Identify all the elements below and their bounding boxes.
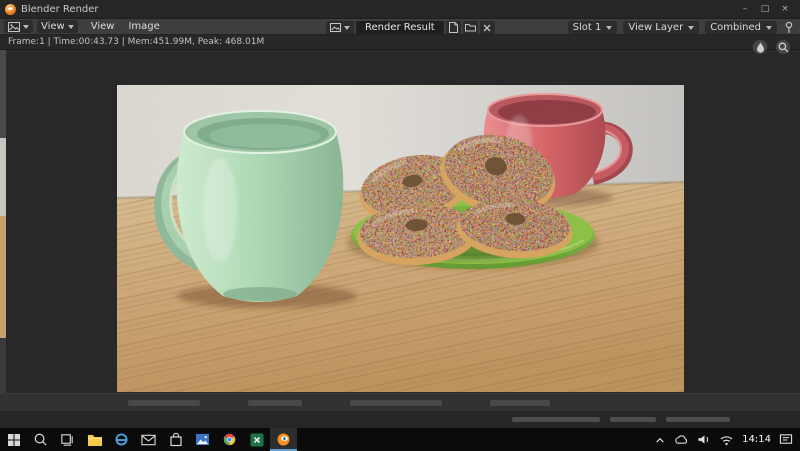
menu-image[interactable]: Image xyxy=(121,19,166,34)
chevron-down-icon xyxy=(67,24,74,29)
image-datablock-selector: Render Result xyxy=(326,21,495,34)
task-view-button[interactable] xyxy=(54,428,81,451)
sliver-control xyxy=(512,417,600,422)
sliver-segment xyxy=(0,216,6,338)
pin-icon[interactable] xyxy=(783,21,795,34)
header-right-controls: Slot 1 View Layer Combined xyxy=(567,21,795,34)
system-tray: 14:14 xyxy=(647,428,800,451)
image-name-field[interactable]: Render Result xyxy=(356,21,444,34)
blender-render-window: Blender Render – □ × View View Image Ren… xyxy=(0,0,800,451)
taskbar-app-mail[interactable] xyxy=(135,428,162,451)
image-editor-icon xyxy=(8,21,20,32)
start-button[interactable] xyxy=(0,428,27,451)
editor-type-button[interactable] xyxy=(4,20,33,33)
taskbar-app-edge[interactable] xyxy=(108,428,135,451)
background-window-sliver xyxy=(0,50,6,393)
new-image-button[interactable] xyxy=(445,21,461,34)
sliver-control xyxy=(128,399,200,406)
chevron-up-icon[interactable] xyxy=(654,435,666,445)
zoom-icon xyxy=(778,42,788,52)
render-result-image[interactable] xyxy=(117,85,684,392)
network-wifi-icon[interactable] xyxy=(719,434,734,446)
open-image-button[interactable] xyxy=(462,21,478,34)
search-button[interactable] xyxy=(27,428,54,451)
chevron-down-icon xyxy=(766,25,772,30)
sliver-segment xyxy=(0,138,6,216)
render-scene xyxy=(117,85,684,392)
file-explorer-icon xyxy=(87,434,102,446)
chevron-down-icon xyxy=(688,25,695,30)
brush-button[interactable] xyxy=(752,39,768,55)
image-editor-header: View View Image Render Result Slot 1 Vie… xyxy=(0,18,800,35)
store-bag-icon xyxy=(169,432,182,447)
taskbar-app-blender-active[interactable] xyxy=(270,428,297,451)
edge-icon xyxy=(115,433,128,446)
close-x-icon xyxy=(483,24,491,31)
taskbar-app-excel[interactable] xyxy=(243,428,270,451)
maximize-button[interactable]: □ xyxy=(755,0,775,18)
taskbar-app-store[interactable] xyxy=(162,428,189,451)
chevron-down-icon xyxy=(606,25,613,30)
sliver-control xyxy=(350,399,442,406)
sliver-control xyxy=(666,417,730,422)
chrome-icon xyxy=(223,433,236,446)
sliver-segment xyxy=(0,338,6,393)
chevron-down-icon xyxy=(23,24,29,29)
task-view-icon xyxy=(61,434,73,446)
new-page-icon xyxy=(448,22,458,33)
blender-logo-icon xyxy=(5,3,16,15)
sliver-control xyxy=(248,399,302,406)
mode-dropdown-value: View xyxy=(41,21,65,32)
image-icon xyxy=(330,23,341,32)
view-layer-dropdown[interactable]: View Layer xyxy=(623,21,700,34)
render-stats-bar: Frame:1 | Time:00:43.73 | Mem:451.99M, P… xyxy=(0,35,800,55)
windows-logo-icon xyxy=(7,433,20,446)
chevron-down-icon xyxy=(344,25,350,30)
image-editor-canvas[interactable] xyxy=(0,50,800,393)
onedrive-cloud-icon[interactable] xyxy=(674,434,689,445)
taskbar-app-photos[interactable] xyxy=(189,428,216,451)
sliver-control xyxy=(610,417,656,422)
taskbar-app-file-explorer[interactable] xyxy=(81,428,108,451)
sliver-segment xyxy=(0,50,6,138)
action-center-icon[interactable] xyxy=(779,433,793,446)
mail-icon xyxy=(141,434,156,445)
view-layer-value: View Layer xyxy=(628,22,684,33)
window-controls: – □ × xyxy=(735,0,795,18)
taskbar-app-chrome[interactable] xyxy=(216,428,243,451)
slot-dropdown-value: Slot 1 xyxy=(572,22,602,33)
brush-icon xyxy=(756,42,764,53)
mode-dropdown[interactable]: View xyxy=(37,20,78,33)
window-titlebar: Blender Render – □ × xyxy=(0,0,800,18)
background-ui-sliver xyxy=(0,411,800,428)
render-pass-value: Combined xyxy=(710,22,761,33)
menu-view[interactable]: View xyxy=(84,19,122,34)
render-stats-text: Frame:1 | Time:00:43.73 | Mem:451.99M, P… xyxy=(8,37,265,47)
excel-icon xyxy=(250,433,263,446)
close-button[interactable]: × xyxy=(775,0,795,18)
photos-icon xyxy=(196,433,209,446)
blender-icon xyxy=(277,433,290,446)
minimize-button[interactable]: – xyxy=(735,0,755,18)
folder-icon xyxy=(464,24,476,32)
image-browse-button[interactable] xyxy=(326,21,354,34)
render-pass-dropdown[interactable]: Combined xyxy=(705,21,777,34)
viewport-corner-buttons xyxy=(752,39,791,55)
zoom-button[interactable] xyxy=(775,39,791,55)
speaker-icon[interactable] xyxy=(697,433,711,446)
window-title: Blender Render xyxy=(21,3,99,15)
slot-dropdown[interactable]: Slot 1 xyxy=(567,21,618,34)
background-ui-sliver xyxy=(0,393,800,411)
windows-taskbar: 14:14 xyxy=(0,428,800,451)
taskbar-clock[interactable]: 14:14 xyxy=(742,434,771,445)
sliver-control xyxy=(490,399,550,406)
search-icon xyxy=(34,433,47,446)
unlink-datablock-button[interactable] xyxy=(479,21,495,34)
